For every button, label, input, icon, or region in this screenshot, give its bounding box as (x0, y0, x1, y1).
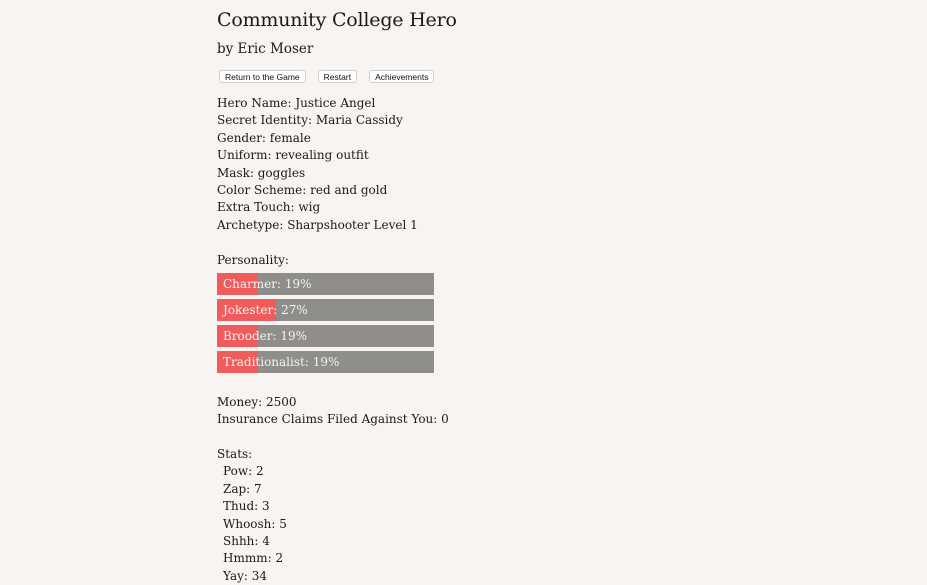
finances: Money: 2500 Insurance Claims Filed Again… (217, 394, 449, 429)
stat-hmmm: Hmmm: 2 (223, 551, 284, 566)
extra-touch: Extra Touch: wig (217, 200, 321, 215)
trait-bar-label: Traditionalist: 19% (223, 355, 340, 369)
trait-bar-brooder: Brooder: 19% (217, 325, 434, 347)
trait-bar-traditionalist: Traditionalist: 19% (217, 351, 434, 373)
color-scheme: Color Scheme: red and gold (217, 183, 388, 198)
toolbar: Return to the Game Restart Achievements (219, 70, 435, 83)
return-to-game-button[interactable]: Return to the Game (219, 70, 306, 83)
game-title: Community College Hero (217, 9, 457, 31)
insurance-claims: Insurance Claims Filed Against You: 0 (217, 412, 449, 427)
trait-bar-label: Charmer: 19% (223, 277, 312, 291)
stat-yay: Yay: 34 (223, 568, 268, 583)
stat-thud: Thud: 3 (223, 499, 270, 514)
restart-button[interactable]: Restart (317, 70, 358, 83)
character-info: Hero Name: Justice Angel Secret Identity… (217, 95, 418, 234)
stat-zap: Zap: 7 (223, 481, 262, 496)
mask: Mask: goggles (217, 165, 306, 180)
game-author: by Eric Moser (217, 41, 314, 57)
stats-label: Stats: (217, 447, 253, 461)
money: Money: 2500 (217, 395, 297, 409)
secret-identity: Secret Identity: Maria Cassidy (217, 113, 403, 128)
gender: Gender: female (217, 130, 311, 145)
stat-pow: Pow: 2 (223, 464, 264, 479)
trait-bar-charmer: Charmer: 19% (217, 273, 434, 295)
trait-bar-label: Brooder: 19% (223, 329, 308, 343)
trait-bar-label: Jokester: 27% (223, 303, 308, 317)
personality-bars: Charmer: 19% Jokester: 27% Brooder: 19% … (217, 273, 434, 377)
stat-shhh: Shhh: 4 (223, 534, 270, 549)
achievements-button[interactable]: Achievements (369, 70, 435, 83)
personality-label: Personality: (217, 253, 289, 267)
archetype: Archetype: Sharpshooter Level 1 (217, 217, 418, 232)
hero-name: Hero Name: Justice Angel (217, 96, 376, 110)
uniform: Uniform: revealing outfit (217, 148, 369, 163)
stats: Stats: Pow: 2 Zap: 7 Thud: 3 Whoosh: 5 S… (217, 446, 287, 585)
stat-whoosh: Whoosh: 5 (223, 516, 287, 531)
trait-bar-jokester: Jokester: 27% (217, 299, 434, 321)
